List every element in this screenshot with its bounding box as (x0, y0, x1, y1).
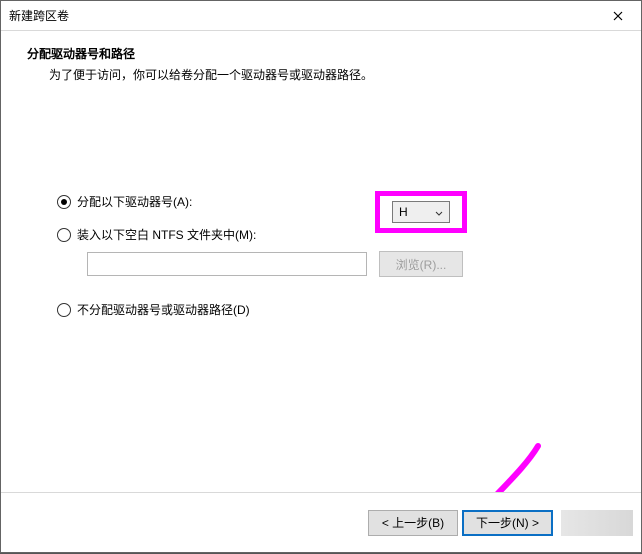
option-no-assign[interactable]: 不分配驱动器号或驱动器路径(D) (57, 301, 615, 318)
radio-assign-letter[interactable] (57, 195, 71, 209)
close-button[interactable] (595, 1, 641, 31)
next-button[interactable]: 下一步(N) > (462, 510, 553, 536)
option-assign-letter[interactable]: 分配以下驱动器号(A): (57, 193, 615, 210)
option-no-assign-label: 不分配驱动器号或驱动器路径(D) (77, 301, 250, 318)
radio-no-assign[interactable] (57, 303, 71, 317)
window-title: 新建跨区卷 (1, 7, 69, 24)
option-mount-folder[interactable]: 装入以下空白 NTFS 文件夹中(M): (57, 226, 615, 243)
drive-letter-value: H (399, 205, 408, 219)
redaction-smudge (561, 510, 633, 536)
dialog-body: 分配驱动器号和路径 为了便于访问，你可以给卷分配一个驱动器号或驱动器路径。 H … (1, 31, 641, 492)
chevron-down-icon (435, 205, 443, 219)
drive-highlight-box: H (375, 191, 467, 233)
close-icon (613, 11, 623, 21)
option-mount-folder-label: 装入以下空白 NTFS 文件夹中(M): (77, 226, 256, 243)
mount-path-input[interactable] (87, 252, 367, 276)
dialog-footer: < 上一步(B) 下一步(N) > (1, 492, 641, 552)
back-button-label: < 上一步(B) (382, 514, 444, 531)
option-assign-letter-label: 分配以下驱动器号(A): (77, 193, 192, 210)
browse-button: 浏览(R)... (379, 251, 463, 277)
next-button-label: 下一步(N) > (476, 514, 539, 531)
options-group: 分配以下驱动器号(A): 装入以下空白 NTFS 文件夹中(M): 浏览(R).… (27, 193, 615, 318)
page-subheading: 为了便于访问，你可以给卷分配一个驱动器号或驱动器路径。 (27, 66, 615, 83)
mount-folder-row: 浏览(R)... (57, 251, 615, 277)
radio-mount-folder[interactable] (57, 228, 71, 242)
back-button[interactable]: < 上一步(B) (368, 510, 458, 536)
page-heading: 分配驱动器号和路径 (27, 45, 615, 62)
browse-button-label: 浏览(R)... (396, 256, 447, 273)
dialog-window: 新建跨区卷 分配驱动器号和路径 为了便于访问，你可以给卷分配一个驱动器号或驱动器… (0, 0, 642, 553)
drive-letter-select[interactable]: H (392, 201, 450, 223)
title-bar: 新建跨区卷 (1, 1, 641, 31)
